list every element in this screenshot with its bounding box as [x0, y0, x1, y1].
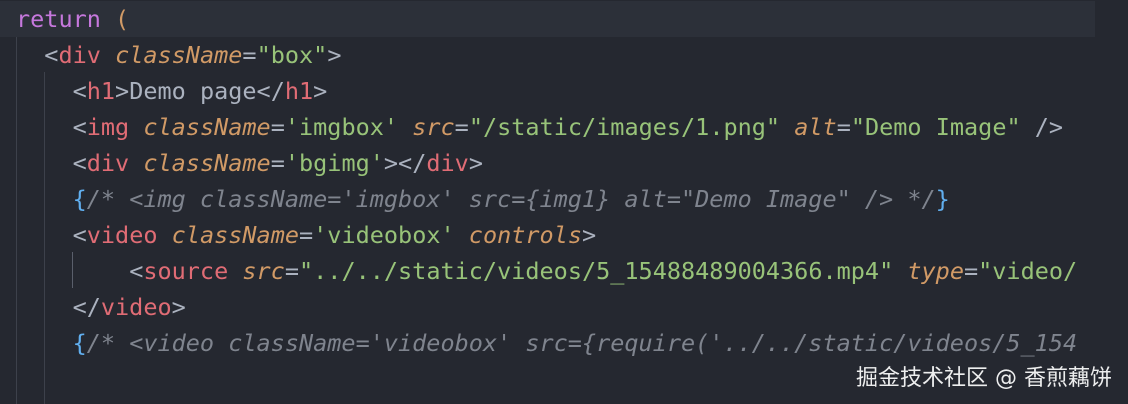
code-token-punc: >: [581, 221, 597, 249]
code-line[interactable]: <div className='bgimg'></div>: [0, 145, 1095, 181]
code-token-punc: >: [327, 41, 342, 69]
code-token-str: 'imgbox': [284, 113, 399, 141]
code-token-tag: img: [86, 113, 130, 141]
code-line[interactable]: <h1>Demo page</h1>: [0, 73, 1095, 109]
code-token-cbr: {: [72, 185, 87, 213]
code-line[interactable]: {/* <img className='imgbox' src={img1} a…: [0, 181, 1095, 217]
code-token-punc: >: [313, 77, 328, 105]
code-token-str: "/static/images/1.png": [468, 113, 781, 141]
code-token-punc: =: [284, 257, 299, 285]
code-token-punc: </: [72, 293, 101, 321]
code-token-tag: div: [426, 149, 469, 177]
code-token-punc: <: [44, 41, 59, 69]
code-token-punc: >: [468, 149, 483, 177]
code-token-br: (: [115, 5, 130, 33]
code-line[interactable]: return (: [0, 1, 1095, 37]
code-token-punc: <: [129, 257, 144, 285]
code-token-cbr: }: [935, 185, 950, 213]
code-token-punc: =: [270, 113, 285, 141]
code-token-punc: />: [1020, 113, 1064, 141]
code-token-str: 'bgimg': [284, 149, 384, 177]
code-token-attr: type: [907, 257, 964, 285]
watermark: 掘金技术社区 @ 香煎藕饼: [856, 366, 1112, 391]
code-token-attr: className: [143, 149, 271, 177]
code-token-punc: <: [72, 113, 87, 141]
code-token-punc: ></: [383, 149, 427, 177]
code-line[interactable]: </video>: [0, 289, 1095, 325]
code-token-punc: <: [72, 149, 87, 177]
code-token-tag: div: [58, 41, 101, 69]
code-token-tag: h1: [86, 77, 116, 105]
code-token-cbr: {: [72, 329, 87, 357]
code-token-cm: /* <video className='videobox' src={requ…: [86, 329, 1078, 357]
code-line[interactable]: <video className='videobox' controls>: [0, 217, 1095, 253]
code-token-punc: <: [72, 77, 87, 105]
code-token-str: "box": [256, 41, 328, 69]
code-token-tag: video: [86, 221, 158, 249]
code-token-str: "../../static/videos/5_15488489004366.mp…: [299, 257, 894, 285]
code-token-attr: className: [115, 41, 243, 69]
code-token-tag: source: [143, 257, 229, 285]
code-token-attr: className: [171, 221, 299, 249]
code-line[interactable]: <source src="../../static/videos/5_15488…: [0, 253, 1095, 289]
code-token-punc: >: [115, 77, 130, 105]
code-editor[interactable]: return ( <div className="box"> <h1>Demo …: [0, 0, 1128, 404]
code-token-str: "Demo Image": [850, 113, 1021, 141]
code-token-attr: alt: [794, 113, 837, 141]
code-token-tag: video: [100, 293, 172, 321]
code-token-attr: controls: [468, 221, 582, 249]
code-token-tag: div: [86, 149, 130, 177]
code-line[interactable]: {/* <video className='videobox' src={req…: [0, 325, 1095, 361]
code-token-tag: h1: [284, 77, 314, 105]
code-token-punc: </: [256, 77, 285, 105]
code-token-cm: /* <img className='imgbox' src={img1} al…: [86, 185, 936, 213]
code-token-attr: className: [143, 113, 271, 141]
code-line[interactable]: <div className="box">: [0, 37, 1095, 73]
code-line[interactable]: <img className='imgbox' src="/static/ima…: [0, 109, 1095, 145]
code-token-str: 'videobox': [313, 221, 455, 249]
code-token-punc: =: [242, 41, 257, 69]
code-token-attr: src: [412, 113, 455, 141]
code-token-kw: return: [16, 5, 116, 33]
code-token-punc: =: [836, 113, 851, 141]
code-token-punc: =: [454, 113, 469, 141]
code-token-punc: =: [963, 257, 979, 285]
code-token-punc: >: [171, 293, 186, 321]
code-token-punc: =: [270, 149, 285, 177]
code-token-punc: =: [299, 221, 314, 249]
code-token-attr: src: [242, 257, 285, 285]
code-token-txt: Demo page: [129, 77, 257, 105]
code-token-str: "video/: [978, 257, 1078, 285]
code-token-punc: <: [72, 221, 87, 249]
